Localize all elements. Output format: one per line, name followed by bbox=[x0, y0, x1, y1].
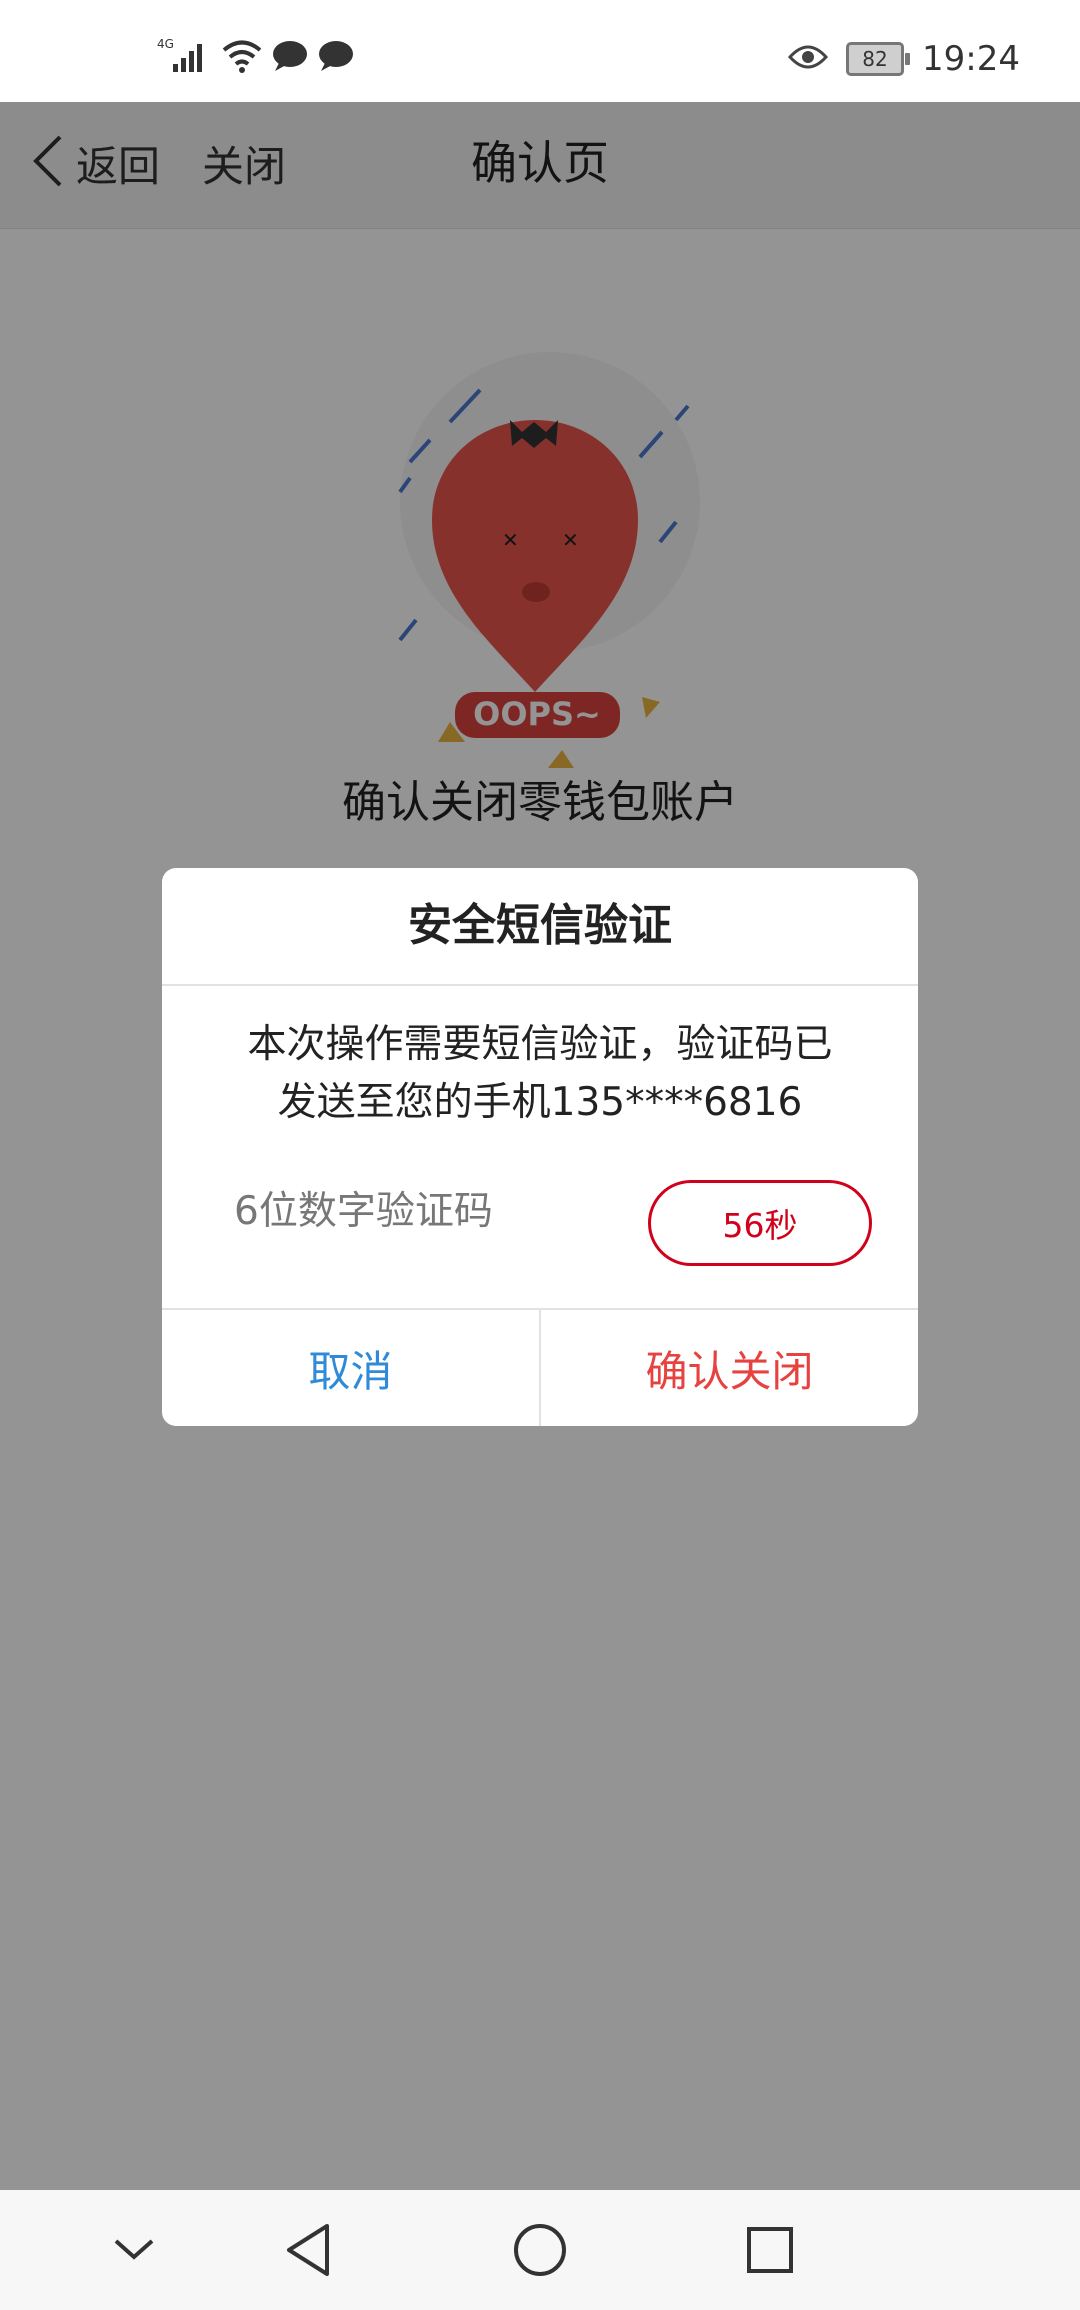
message-icon bbox=[271, 39, 309, 77]
sms-verification-dialog: 安全短信验证 本次操作需要短信验证，验证码已 发送至您的手机135****681… bbox=[162, 868, 918, 1426]
confirm-close-button[interactable]: 确认关闭 bbox=[541, 1310, 918, 1426]
eye-icon bbox=[787, 43, 829, 75]
back-triangle-icon[interactable] bbox=[278, 2220, 338, 2280]
system-nav-bar bbox=[0, 2190, 1080, 2310]
dialog-message-line2: 发送至您的手机135****6816 bbox=[277, 1080, 803, 1125]
recents-square-icon[interactable] bbox=[740, 2220, 800, 2280]
battery-icon: 82 bbox=[846, 42, 911, 76]
dialog-title: 安全短信验证 bbox=[162, 868, 918, 986]
dialog-message: 本次操作需要短信验证，验证码已 发送至您的手机135****6816 bbox=[202, 1016, 878, 1132]
clock: 19:24 bbox=[922, 39, 1020, 79]
resend-countdown-button[interactable]: 56秒 bbox=[648, 1180, 872, 1266]
network-type-label: 4G bbox=[157, 37, 174, 51]
status-right: 82 19:24 bbox=[787, 34, 1020, 84]
home-circle-icon[interactable] bbox=[510, 2220, 570, 2280]
dialog-actions: 取消 确认关闭 bbox=[162, 1308, 918, 1426]
dialog-message-line1: 本次操作需要短信验证，验证码已 bbox=[247, 1022, 833, 1067]
message-icon bbox=[317, 39, 355, 77]
battery-level: 82 bbox=[862, 47, 888, 71]
status-left: 4G bbox=[155, 36, 355, 80]
signal-icon: 4G bbox=[155, 36, 213, 80]
verification-code-input[interactable] bbox=[232, 1178, 636, 1244]
cancel-button[interactable]: 取消 bbox=[162, 1310, 541, 1426]
status-bar: 4G 82 19:24 bbox=[0, 0, 1080, 102]
wifi-icon bbox=[221, 38, 263, 78]
collapse-icon[interactable] bbox=[104, 2220, 164, 2280]
